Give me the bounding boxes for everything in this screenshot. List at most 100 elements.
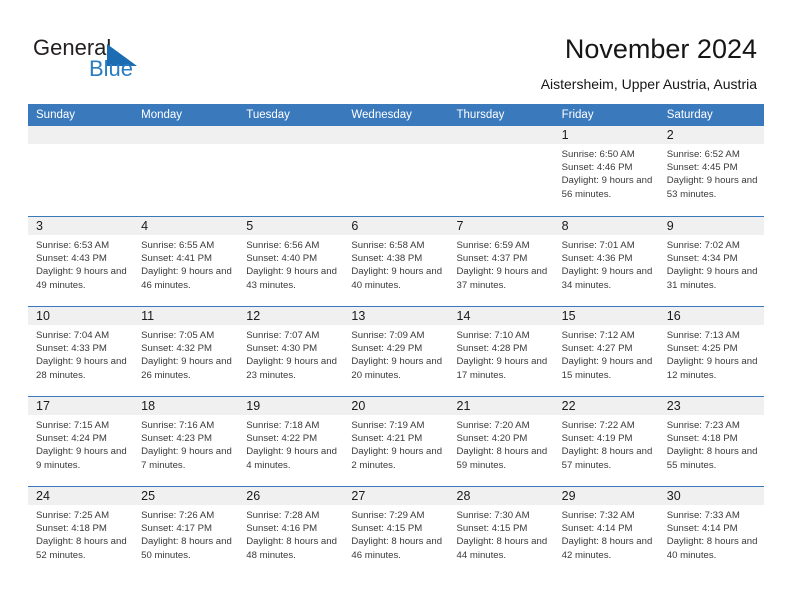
day-number-strip (343, 126, 449, 144)
calendar-day-cell-empty (28, 126, 134, 216)
day-number: 3 (36, 219, 43, 233)
day-number-strip: 4 (133, 217, 239, 235)
calendar-day-cell[interactable]: 4 Sunrise: 6:55 AM Sunset: 4:41 PM Daylight… (133, 217, 239, 306)
weekday-header-tuesday: Tuesday (246, 109, 290, 121)
daylight-text: Daylight: 8 hours and 50 minutes. (141, 536, 232, 561)
day-sun-info: Sunrise: 6:59 AM Sunset: 4:37 PM Daylight:… (449, 235, 554, 292)
sunrise-text: Sunrise: 7:12 AM (561, 330, 635, 341)
day-number: 2 (666, 128, 674, 142)
calendar-day-cell[interactable]: 15 Sunrise: 7:12 AM Sunset: 4:27 PM Dayligh… (553, 307, 659, 396)
page-title: November 2024 (564, 34, 757, 64)
daylight-text: Daylight: 8 hours and 48 minutes. (246, 536, 337, 561)
calendar-day-cell[interactable]: 6 Sunrise: 6:58 AM Sunset: 4:38 PM Daylight… (343, 217, 449, 306)
day-number-strip: 9 (658, 217, 764, 235)
calendar-day-cell[interactable]: 19 Sunrise: 7:18 AM Sunset: 4:22 PM Dayligh… (238, 397, 344, 486)
day-sun-info: Sunrise: 6:58 AM Sunset: 4:38 PM Daylight:… (343, 235, 448, 292)
day-number-strip: 28 (448, 487, 554, 505)
calendar-day-cell[interactable]: 26 Sunrise: 7:28 AM Sunset: 4:16 PM Dayligh… (238, 487, 344, 576)
calendar-day-cell[interactable]: 16 Sunrise: 7:13 AM Sunset: 4:25 PM Dayligh… (658, 307, 764, 396)
sunset-text: Sunset: 4:32 PM (141, 343, 213, 355)
generalblue-logo[interactable]: General Blue (33, 36, 193, 84)
daylight-text: Daylight: 9 hours and 9 minutes. (36, 446, 127, 471)
sunset-text: Sunset: 4:15 PM (456, 523, 528, 535)
sunrise-text: Sunrise: 7:09 AM (351, 330, 425, 341)
sunrise-text: Sunrise: 6:56 AM (246, 240, 320, 251)
calendar-day-cell[interactable]: 5 Sunrise: 6:56 AM Sunset: 4:40 PM Daylight… (238, 217, 344, 306)
calendar-day-cell[interactable]: 2 Sunrise: 6:52 AM Sunset: 4:45 PM Daylight… (658, 126, 764, 216)
day-number: 23 (666, 399, 681, 413)
daylight-text: Daylight: 9 hours and 12 minutes. (666, 356, 758, 381)
calendar-day-cell[interactable]: 24 Sunrise: 7:25 AM Sunset: 4:18 PM Dayligh… (28, 487, 134, 576)
calendar-week-row: 1 Sunrise: 6:50 AM Sunset: 4:46 PM Daylight… (28, 126, 764, 216)
day-number: 19 (246, 399, 261, 413)
day-number: 30 (666, 489, 681, 503)
day-sun-info: Sunrise: 7:07 AM Sunset: 4:30 PM Daylight:… (238, 325, 343, 382)
day-sun-info: Sunrise: 6:53 AM Sunset: 4:43 PM Daylight:… (28, 235, 133, 292)
day-number-strip: 29 (553, 487, 659, 505)
day-sun-info: Sunrise: 7:16 AM Sunset: 4:23 PM Daylight:… (133, 415, 238, 472)
calendar-day-cell[interactable]: 30 Sunrise: 7:33 AM Sunset: 4:14 PM Dayligh… (658, 487, 764, 576)
calendar-day-cell[interactable]: 10 Sunrise: 7:04 AM Sunset: 4:33 PM Dayligh… (28, 307, 134, 396)
sunset-text: Sunset: 4:25 PM (666, 343, 738, 355)
weekday-header-monday: Monday (141, 109, 183, 121)
day-number-strip: 16 (658, 307, 764, 325)
calendar-day-cell[interactable]: 9 Sunrise: 7:02 AM Sunset: 4:34 PM Daylight… (658, 217, 764, 306)
day-sun-info: Sunrise: 7:30 AM Sunset: 4:15 PM Daylight:… (449, 505, 554, 562)
day-number-strip (28, 126, 134, 144)
calendar-day-cell[interactable]: 17 Sunrise: 7:15 AM Sunset: 4:24 PM Dayligh… (28, 397, 134, 486)
calendar-day-cell[interactable]: 20 Sunrise: 7:19 AM Sunset: 4:21 PM Dayligh… (343, 397, 449, 486)
calendar-day-cell[interactable]: 13 Sunrise: 7:09 AM Sunset: 4:29 PM Dayligh… (343, 307, 449, 396)
calendar-day-cell[interactable]: 18 Sunrise: 7:16 AM Sunset: 4:23 PM Dayligh… (133, 397, 239, 486)
sunrise-text: Sunrise: 7:20 AM (456, 420, 530, 431)
daylight-text: Daylight: 9 hours and 49 minutes. (36, 266, 127, 291)
day-sun-info: Sunrise: 7:18 AM Sunset: 4:22 PM Daylight:… (238, 415, 343, 472)
day-number-strip: 3 (28, 217, 134, 235)
day-sun-info: Sunrise: 6:52 AM Sunset: 4:45 PM Daylight:… (659, 144, 764, 201)
day-number-strip: 22 (553, 397, 659, 415)
sunset-text: Sunset: 4:14 PM (561, 523, 633, 535)
calendar-day-cell[interactable]: 23 Sunrise: 7:23 AM Sunset: 4:18 PM Dayligh… (658, 397, 764, 486)
calendar-day-cell[interactable]: 14 Sunrise: 7:10 AM Sunset: 4:28 PM Dayligh… (448, 307, 554, 396)
calendar-day-cell[interactable]: 1 Sunrise: 6:50 AM Sunset: 4:46 PM Daylight… (553, 126, 659, 216)
calendar-day-cell[interactable]: 11 Sunrise: 7:05 AM Sunset: 4:32 PM Dayligh… (133, 307, 239, 396)
calendar-day-cell[interactable]: 8 Sunrise: 7:01 AM Sunset: 4:36 PM Daylight… (553, 217, 659, 306)
day-number-strip: 8 (553, 217, 659, 235)
weekday-header-sunday: Sunday (36, 109, 76, 121)
day-number-strip (448, 126, 554, 144)
sunset-text: Sunset: 4:40 PM (246, 253, 318, 265)
sunset-text: Sunset: 4:18 PM (666, 433, 738, 445)
sunset-text: Sunset: 4:36 PM (561, 253, 633, 265)
calendar-day-cell[interactable]: 3 Sunrise: 6:53 AM Sunset: 4:43 PM Daylight… (28, 217, 134, 306)
sunset-text: Sunset: 4:43 PM (36, 253, 107, 265)
day-sun-info: Sunrise: 7:15 AM Sunset: 4:24 PM Daylight:… (28, 415, 133, 472)
day-number-strip: 17 (28, 397, 134, 415)
page-header: General Blue November 2024 Aistersheim, … (0, 0, 792, 104)
sunrise-text: Sunrise: 7:22 AM (561, 420, 635, 431)
calendar-day-cell[interactable]: 27 Sunrise: 7:29 AM Sunset: 4:15 PM Dayligh… (343, 487, 449, 576)
day-number: 7 (456, 219, 464, 233)
sunrise-text: Sunrise: 7:13 AM (666, 330, 740, 341)
calendar-day-cell[interactable]: 12 Sunrise: 7:07 AM Sunset: 4:30 PM Dayligh… (238, 307, 344, 396)
sunrise-text: Sunrise: 7:19 AM (351, 420, 425, 431)
day-sun-info: Sunrise: 7:19 AM Sunset: 4:21 PM Daylight:… (343, 415, 448, 472)
day-number: 8 (561, 219, 569, 233)
sunrise-text: Sunrise: 7:01 AM (561, 240, 635, 251)
day-number-strip: 2 (658, 126, 764, 144)
day-number-strip: 20 (343, 397, 449, 415)
day-sun-info: Sunrise: 7:26 AM Sunset: 4:17 PM Daylight:… (133, 505, 238, 562)
day-number: 4 (141, 219, 149, 233)
sunrise-text: Sunrise: 6:53 AM (36, 240, 110, 251)
calendar-day-cell[interactable]: 25 Sunrise: 7:26 AM Sunset: 4:17 PM Dayligh… (133, 487, 239, 576)
sunrise-text: Sunrise: 7:30 AM (456, 510, 530, 521)
calendar-day-cell[interactable]: 21 Sunrise: 7:20 AM Sunset: 4:20 PM Dayligh… (448, 397, 554, 486)
calendar-day-cell[interactable]: 28 Sunrise: 7:30 AM Sunset: 4:15 PM Dayligh… (448, 487, 554, 576)
daylight-text: Daylight: 9 hours and 4 minutes. (246, 446, 337, 471)
page-subtitle: Aistersheim, Upper Austria, Austria (540, 76, 757, 92)
calendar-day-cell[interactable]: 22 Sunrise: 7:22 AM Sunset: 4:19 PM Dayligh… (553, 397, 659, 486)
day-number: 11 (141, 309, 155, 323)
day-number: 20 (351, 399, 366, 413)
day-sun-info: Sunrise: 7:02 AM Sunset: 4:34 PM Daylight:… (659, 235, 764, 292)
calendar-day-cell[interactable]: 29 Sunrise: 7:32 AM Sunset: 4:14 PM Dayligh… (553, 487, 659, 576)
sunset-text: Sunset: 4:22 PM (246, 433, 318, 445)
calendar-day-cell[interactable]: 7 Sunrise: 6:59 AM Sunset: 4:37 PM Daylight… (448, 217, 554, 306)
